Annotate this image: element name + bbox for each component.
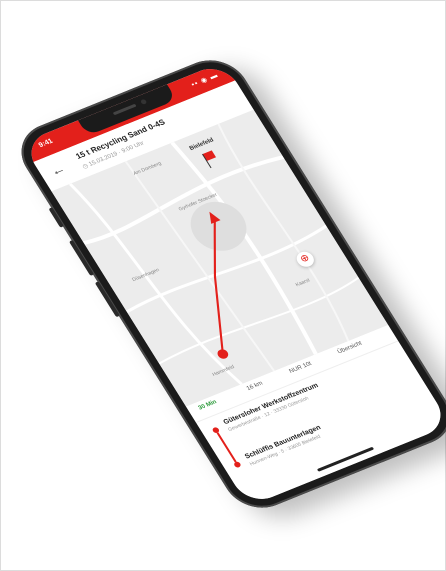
speaker — [112, 103, 137, 116]
route-tab-duration[interactable]: 30 Min — [197, 399, 218, 411]
route-tab-distance[interactable]: 16 km — [246, 381, 264, 392]
front-camera — [139, 98, 148, 105]
status-time: 9:41 — [37, 137, 55, 150]
back-arrow-icon[interactable]: ← — [47, 160, 69, 179]
destination-flag-icon — [202, 150, 217, 161]
stop-dropoff-dot-icon — [232, 460, 242, 469]
stop-connector-line — [216, 432, 237, 463]
route-tab-overview[interactable]: Übersicht — [337, 341, 364, 356]
start-marker-icon — [217, 349, 229, 359]
route-tab-restriction[interactable]: NUR 10t — [288, 361, 313, 375]
signal-wifi-battery-icon: ▪▪ ◉ ▬ — [190, 71, 220, 89]
